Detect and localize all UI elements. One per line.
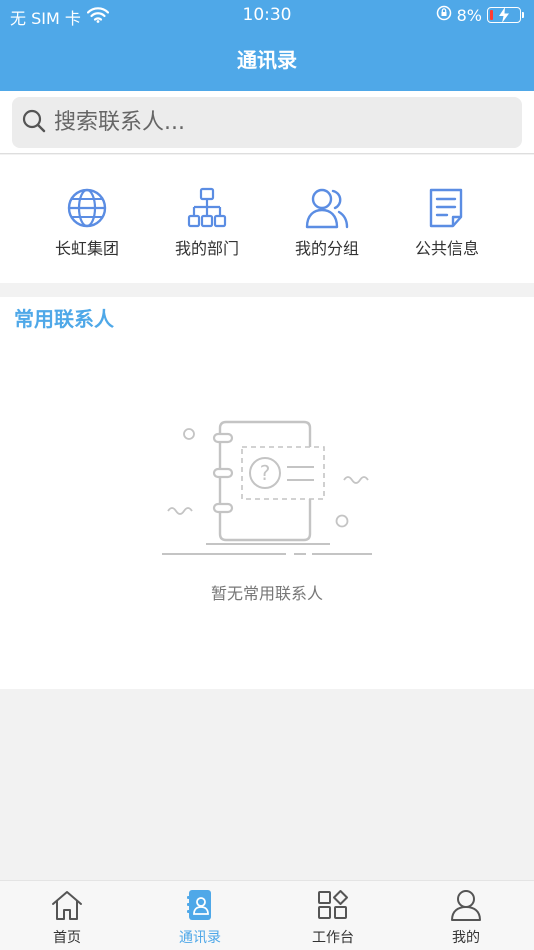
- empty-state-text: 暂无常用联系人: [210, 584, 323, 603]
- globe-icon: [32, 187, 142, 229]
- svg-text:?: ?: [260, 461, 271, 485]
- search-box[interactable]: [12, 97, 522, 148]
- search-icon: [22, 109, 46, 137]
- section-title: 常用联系人: [14, 307, 114, 331]
- shortcut-my-groups[interactable]: 我的分组: [272, 187, 382, 259]
- document-icon: [392, 187, 502, 229]
- battery-percent: 8%: [456, 5, 482, 25]
- tab-label: 我的: [452, 930, 480, 946]
- status-bar: 无 SIM 卡 10:30 8%: [0, 0, 534, 32]
- shortcut-label: 公共信息: [414, 239, 479, 258]
- user-icon: [416, 889, 516, 921]
- tab-label: 工作台: [312, 930, 354, 946]
- workbench-icon: [283, 889, 383, 921]
- shortcut-grid: 长虹集团 我的部门 我的分组 公共信息: [0, 155, 534, 283]
- shortcut-label: 长虹集团: [54, 239, 119, 258]
- header: 无 SIM 卡 10:30 8% 通讯录: [0, 0, 534, 91]
- tab-contacts[interactable]: 通讯录: [150, 889, 250, 947]
- group-icon: [272, 187, 382, 229]
- empty-address-book-illustration: ?: [158, 414, 376, 566]
- org-chart-icon: [152, 187, 262, 229]
- tab-workbench[interactable]: 工作台: [283, 889, 383, 947]
- home-icon: [17, 889, 117, 921]
- page-title: 通讯录: [237, 48, 297, 72]
- tab-home[interactable]: 首页: [17, 889, 117, 947]
- shortcut-my-department[interactable]: 我的部门: [152, 187, 262, 259]
- shortcut-label: 我的部门: [174, 239, 239, 258]
- shortcut-public-info[interactable]: 公共信息: [392, 187, 502, 259]
- shortcut-changhong-group[interactable]: 长虹集团: [32, 187, 142, 259]
- contacts-icon: [150, 889, 250, 921]
- tab-label: 通讯录: [179, 930, 221, 946]
- rotation-lock-icon: [436, 5, 452, 25]
- frequent-contacts-section: 常用联系人 ? 暂无常用联系人: [0, 297, 534, 689]
- search-bar: [0, 91, 534, 154]
- tab-label: 首页: [53, 930, 81, 946]
- tab-mine[interactable]: 我的: [416, 889, 516, 947]
- tab-bar: 首页 通讯录 工作台 我的: [0, 880, 534, 950]
- shortcut-label: 我的分组: [294, 239, 359, 258]
- battery-icon: [487, 7, 521, 23]
- search-input[interactable]: [54, 110, 494, 135]
- status-right: 8%: [436, 5, 524, 25]
